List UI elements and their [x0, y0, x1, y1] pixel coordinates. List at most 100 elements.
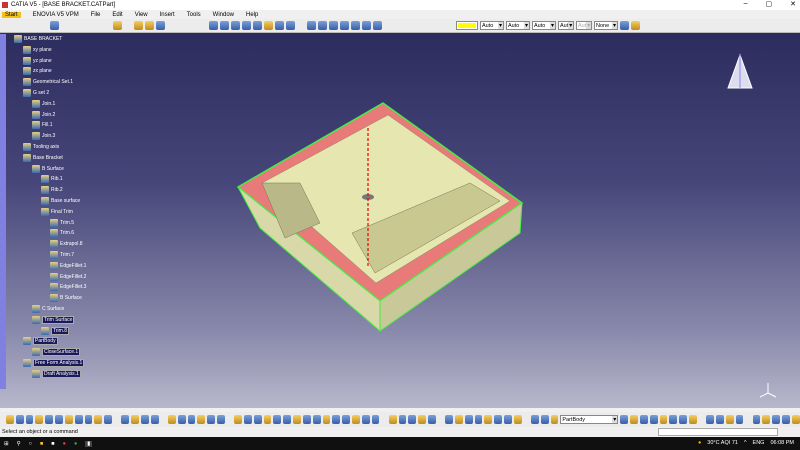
tree-node[interactable]: Trim.8: [41, 326, 69, 336]
toolbar-icon[interactable]: [762, 415, 771, 424]
toolbar-icon[interactable]: [388, 415, 397, 424]
view-icon[interactable]: [209, 21, 218, 30]
toolbar-icon[interactable]: [504, 415, 512, 424]
toolbar-icon[interactable]: [121, 415, 130, 424]
tree-node[interactable]: Free Form Analysis.1: [23, 358, 85, 368]
tree-node[interactable]: CloseSurface.1: [32, 347, 81, 357]
toolbar-icon[interactable]: [6, 415, 14, 424]
menu-window[interactable]: Window: [213, 12, 234, 18]
view-icon[interactable]: [242, 21, 251, 30]
toolbar-icon[interactable]: [177, 415, 186, 424]
toolbar-icon[interactable]: [197, 415, 206, 424]
tree-node[interactable]: BASE BRACKET: [14, 34, 62, 44]
search-icon[interactable]: ⚲: [17, 441, 21, 447]
toolbar-icon[interactable]: [167, 415, 176, 424]
menu-tools[interactable]: Tools: [187, 12, 201, 18]
tree-node[interactable]: Final Trim: [41, 207, 73, 217]
toolbar-icon[interactable]: [217, 415, 225, 424]
toolbar-icon[interactable]: [74, 415, 83, 424]
task-view-icon[interactable]: ○: [29, 441, 32, 447]
tree-node[interactable]: C Surface: [32, 304, 64, 314]
tree-node[interactable]: Base surface: [41, 196, 80, 206]
toolbar-icon[interactable]: [361, 415, 370, 424]
render-icon[interactable]: [373, 21, 382, 30]
toolbar-icon[interactable]: [351, 415, 360, 424]
toolbar-icon[interactable]: [530, 415, 539, 424]
windows-start-icon[interactable]: ⊞: [4, 441, 9, 447]
toolbar-icon[interactable]: [454, 415, 463, 424]
close-button[interactable]: ✕: [790, 0, 796, 8]
tree-node[interactable]: zx plane: [23, 66, 52, 76]
tree-node[interactable]: Rib.2: [41, 185, 63, 195]
toolbar-icon[interactable]: [669, 415, 678, 424]
tool-icon[interactable]: [113, 21, 122, 30]
toolbar-icon[interactable]: [243, 415, 252, 424]
transparency-select[interactable]: Auto: [480, 21, 504, 30]
tree-node[interactable]: Join.3: [32, 131, 55, 141]
toolbar-icon[interactable]: [302, 415, 311, 424]
toolbar-icon[interactable]: [782, 415, 790, 424]
render-icon[interactable]: [318, 21, 327, 30]
toolbar-icon[interactable]: [15, 415, 24, 424]
toolbar-icon[interactable]: [725, 415, 734, 424]
tree-node[interactable]: Join.2: [32, 110, 55, 120]
color-select[interactable]: [456, 21, 478, 30]
toolbar-icon[interactable]: [428, 415, 436, 424]
chrome-icon[interactable]: ●: [74, 441, 77, 447]
menu-enovia[interactable]: ENOVIA V5 VPM: [33, 12, 79, 18]
toolbar-icon[interactable]: [55, 415, 63, 424]
tool-icon[interactable]: [134, 21, 143, 30]
menu-file[interactable]: File: [91, 12, 101, 18]
tree-node[interactable]: yz plane: [23, 56, 52, 66]
point-type-select[interactable]: Aut: [558, 21, 574, 30]
render-icon[interactable]: [307, 21, 316, 30]
tree-node[interactable]: B Surface: [32, 164, 64, 174]
toolbar-icon[interactable]: [187, 415, 196, 424]
tree-node[interactable]: Rib.1: [41, 174, 63, 184]
tool-icon[interactable]: [156, 21, 165, 30]
toolbar-icon[interactable]: [494, 415, 503, 424]
3d-viewport[interactable]: [0, 33, 800, 408]
toolbar-icon[interactable]: [630, 415, 638, 424]
render-icon[interactable]: [329, 21, 338, 30]
language-indicator[interactable]: ENG: [753, 440, 765, 446]
minimize-button[interactable]: –: [744, 0, 748, 8]
layer-select[interactable]: None: [594, 21, 618, 30]
toolbar-icon[interactable]: [689, 415, 697, 424]
chrome-icon[interactable]: ●: [63, 441, 66, 447]
maximize-button[interactable]: ▢: [766, 0, 773, 8]
toolbar-icon[interactable]: [371, 415, 380, 424]
toolbar-icon[interactable]: [273, 415, 282, 424]
toolbar-icon[interactable]: [322, 415, 331, 424]
tree-node[interactable]: xy plane: [23, 45, 52, 55]
file-explorer-icon[interactable]: ■: [40, 441, 43, 447]
toolbar-icon[interactable]: [293, 415, 301, 424]
toolbar-icon[interactable]: [104, 415, 113, 424]
properties-icon[interactable]: [631, 21, 640, 30]
toolbar-icon[interactable]: [342, 415, 350, 424]
toolbar-icon[interactable]: [207, 415, 215, 424]
toolbar-icon[interactable]: [659, 415, 668, 424]
menu-insert[interactable]: Insert: [160, 12, 175, 18]
toolbar-icon[interactable]: [791, 415, 800, 424]
view-icon[interactable]: [275, 21, 284, 30]
toolbar-icon[interactable]: [620, 415, 629, 424]
current-body-select[interactable]: PartBody: [560, 415, 619, 424]
toolbar-icon[interactable]: [639, 415, 648, 424]
tree-node[interactable]: PartBody: [23, 336, 58, 346]
menu-edit[interactable]: Edit: [112, 12, 122, 18]
tree-node[interactable]: Trim.6: [50, 228, 74, 238]
tree-node[interactable]: Tooling axis: [23, 142, 59, 152]
tree-node[interactable]: B Surface: [50, 293, 82, 303]
menu-help[interactable]: Help: [246, 12, 258, 18]
menu-start[interactable]: Start: [2, 11, 21, 18]
toolbar-icon[interactable]: [418, 415, 426, 424]
toolbar-icon[interactable]: [445, 415, 453, 424]
view-icon[interactable]: [220, 21, 229, 30]
render-icon[interactable]: [362, 21, 371, 30]
toolbar-icon[interactable]: [332, 415, 341, 424]
toolbar-icon[interactable]: [283, 415, 292, 424]
toolbar-icon[interactable]: [35, 415, 44, 424]
toolbar-icon[interactable]: [263, 415, 272, 424]
tray-chevron-icon[interactable]: ^: [744, 440, 747, 446]
